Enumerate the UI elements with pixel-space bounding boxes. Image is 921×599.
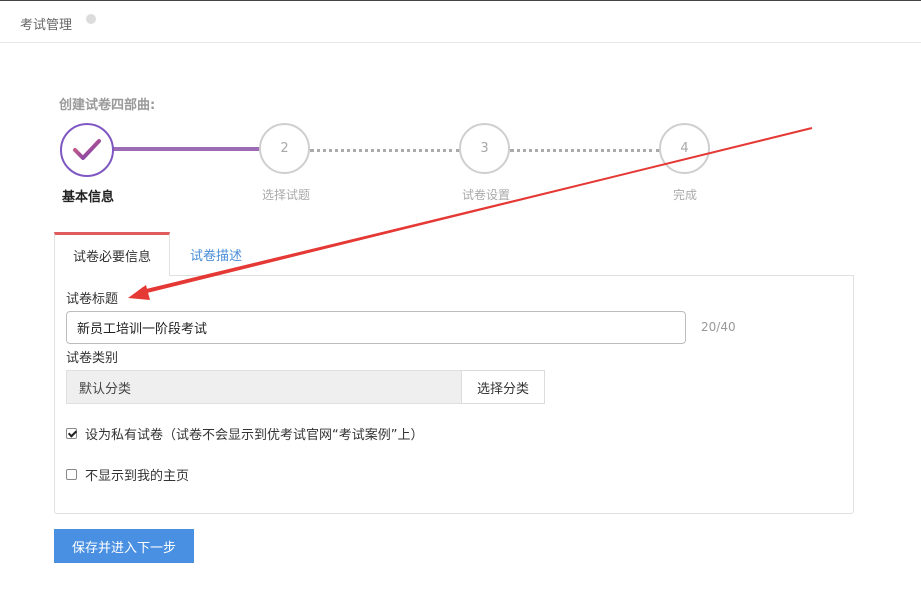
step-1-label: 基本信息 (62, 190, 115, 205)
title-char-counter: 20/40 (701, 320, 736, 334)
hide-home-label: 不显示到我的主页 (85, 469, 190, 484)
step-2-label: 选择试题 (262, 188, 311, 202)
private-checkbox[interactable] (66, 428, 77, 439)
step-3-label: 试卷设置 (462, 188, 511, 202)
category-value: 默认分类 (79, 381, 132, 397)
tab-required-info[interactable]: 试卷必要信息 (54, 232, 170, 276)
step-2-circle: 2 (259, 123, 310, 174)
tab-description[interactable]: 试卷描述 (174, 232, 258, 276)
step-1-circle (60, 123, 114, 177)
status-dot-icon (86, 14, 96, 24)
hide-home-option[interactable]: 不显示到我的主页 (66, 465, 189, 484)
top-bar: 考试管理 (0, 0, 921, 43)
step-connector-2 (310, 149, 460, 152)
step-4-label: 完成 (673, 188, 698, 202)
title-input[interactable] (66, 311, 686, 344)
steps-heading: 创建试卷四部曲: (59, 98, 156, 113)
save-next-button[interactable]: 保存并进入下一步 (54, 529, 194, 563)
step-4-circle: 4 (659, 123, 710, 174)
category-label: 试卷类别 (66, 351, 119, 366)
check-icon (73, 139, 101, 160)
category-display: 默认分类 (66, 370, 462, 404)
hide-home-checkbox[interactable] (66, 469, 77, 480)
private-option[interactable]: 设为私有试卷（试卷不会显示到优考试官网“考试案例”上） (66, 424, 423, 443)
step-connector-done (112, 147, 260, 151)
step-connector-3 (510, 149, 660, 152)
private-label: 设为私有试卷（试卷不会显示到优考试官网“考试案例”上） (85, 428, 424, 443)
page-title: 考试管理 (20, 18, 73, 33)
title-label: 试卷标题 (66, 292, 119, 307)
choose-category-button[interactable]: 选择分类 (461, 370, 545, 404)
step-3-circle: 3 (459, 123, 510, 174)
